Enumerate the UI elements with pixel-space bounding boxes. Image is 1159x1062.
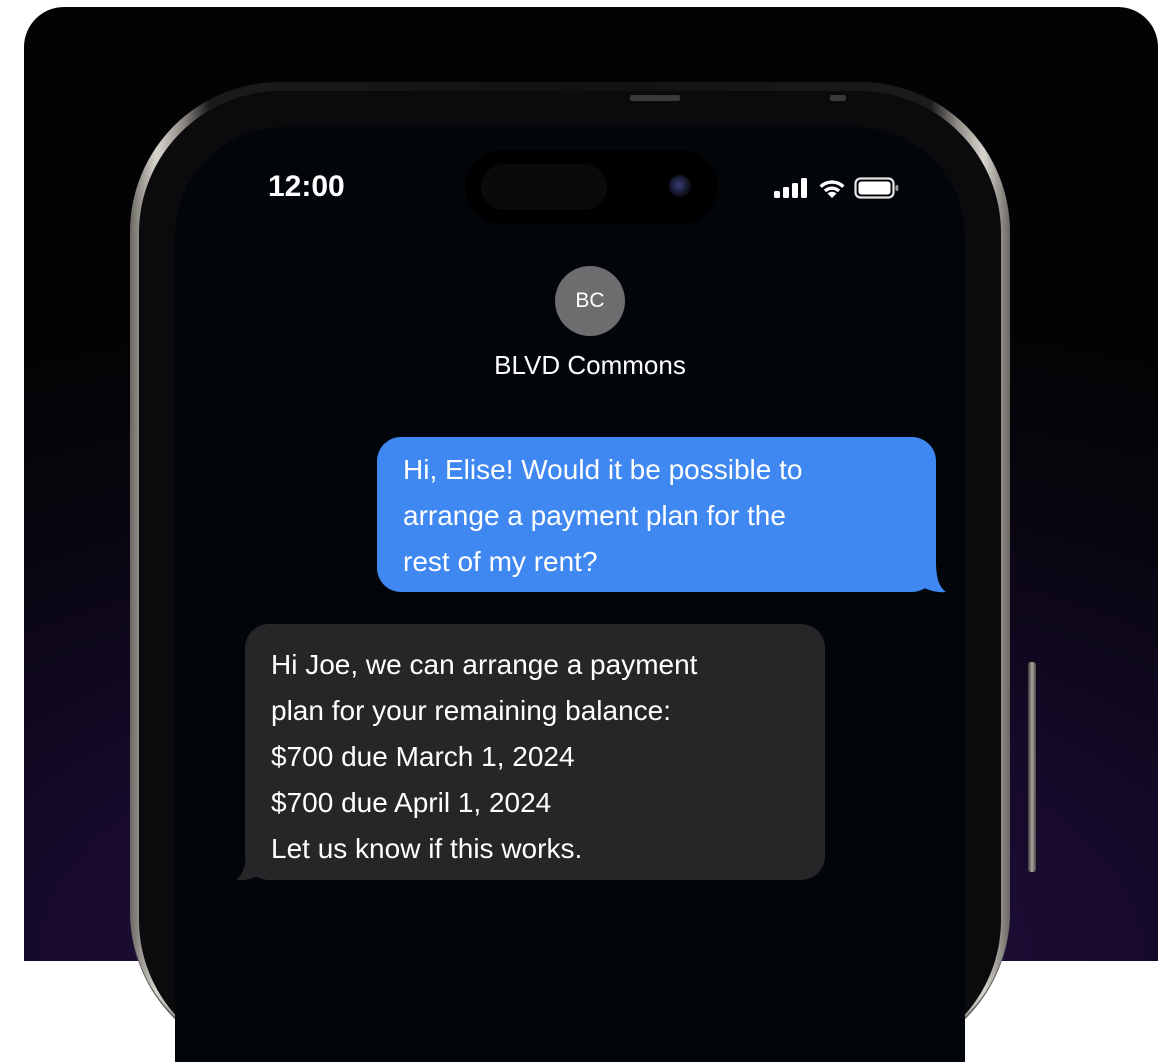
message-line: Hi, Elise! Would it be possible to <box>403 454 803 485</box>
message-line: Let us know if this works. <box>271 833 583 864</box>
incoming-message-bubble[interactable]: Hi Joe, we can arrange a payment plan fo… <box>245 624 825 880</box>
wifi-icon <box>819 180 845 198</box>
message-line: $700 due April 1, 2024 <box>271 787 552 818</box>
battery-icon <box>854 177 899 199</box>
status-time: 12:00 <box>268 170 345 203</box>
message-line: $700 due March 1, 2024 <box>271 741 575 772</box>
power-button <box>1028 662 1036 872</box>
phone-screen <box>175 127 965 1062</box>
dynamic-island <box>465 150 718 224</box>
message-line: rest of my rent? <box>403 546 598 577</box>
front-camera <box>669 175 691 197</box>
outgoing-message-bubble[interactable]: Hi, Elise! Would it be possible to arran… <box>377 437 936 592</box>
contact-name[interactable]: BLVD Commons <box>430 350 750 381</box>
message-line: plan for your remaining balance: <box>271 695 672 726</box>
frame-antenna-band <box>630 95 680 101</box>
contact-avatar[interactable]: BC <box>555 266 625 336</box>
message-line: arrange a payment plan for the <box>403 500 786 531</box>
message-line: Hi Joe, we can arrange a payment <box>271 649 698 680</box>
island-sensor <box>481 164 607 210</box>
cellular-signal-icon <box>774 178 807 198</box>
status-icons <box>774 176 900 200</box>
frame-antenna-band <box>830 95 846 101</box>
